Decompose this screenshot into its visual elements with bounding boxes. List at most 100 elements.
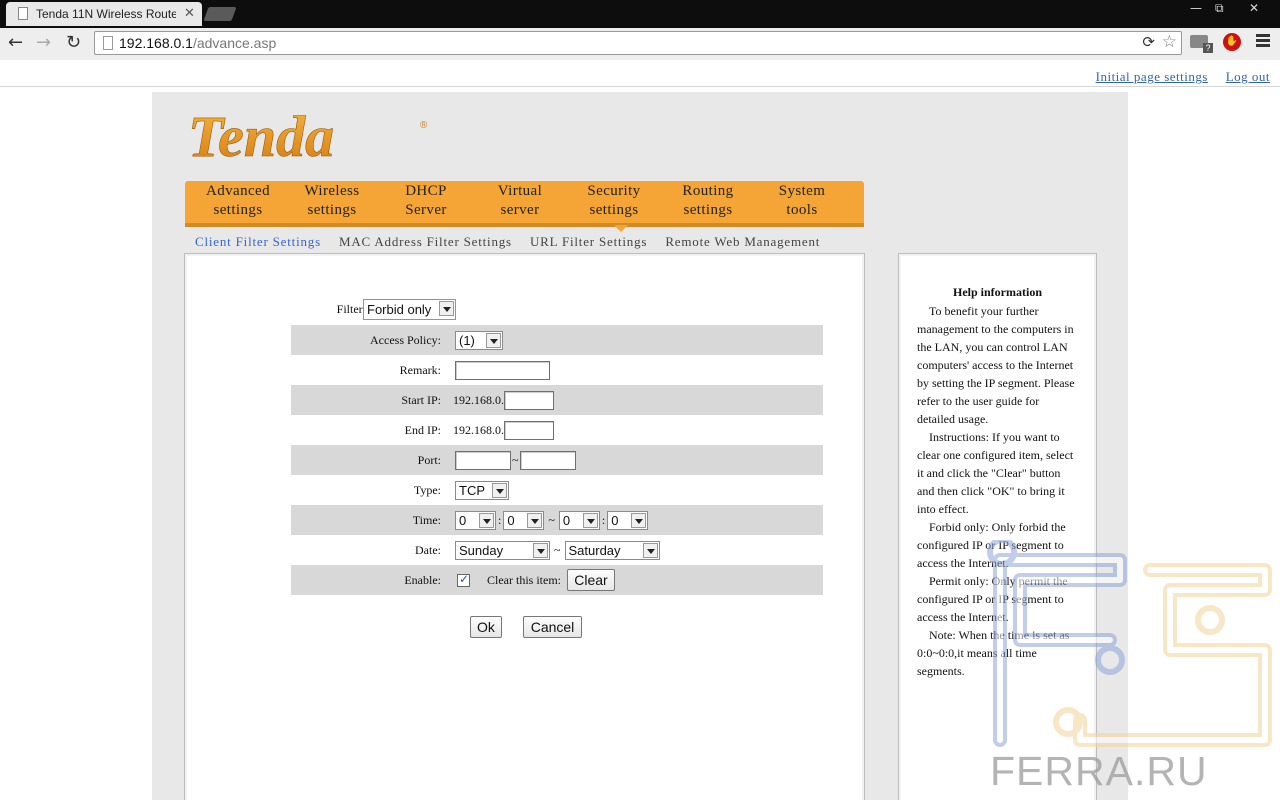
port-end-input[interactable] xyxy=(519,450,576,470)
date-label: Date: xyxy=(415,543,441,557)
help-paragraph: Instructions: If you want to clear one c… xyxy=(917,430,1074,516)
page-icon xyxy=(18,7,28,20)
page-icon xyxy=(103,36,113,50)
nav-underline xyxy=(185,223,864,227)
nav-security-settings[interactable]: Security settings xyxy=(567,181,661,227)
filter-mode-select[interactable]: Forbid only xyxy=(363,298,456,320)
help-panel: Help information To benefit your further… xyxy=(898,253,1097,800)
remark-row: Remark: xyxy=(291,355,823,385)
browser-chrome: Tenda 11N Wireless Router ✕ — ⧉ ✕ ← → ↻ … xyxy=(0,0,1280,60)
main-nav: Advanced settings Wireless settings DHCP Se… xyxy=(185,181,864,227)
filter-mode-row: Filter Mode: Forbid only xyxy=(291,294,823,324)
end-ip-label: End IP: xyxy=(404,423,441,437)
chevron-down-icon xyxy=(631,512,647,528)
help-paragraph: Permit only: Only permit the configured … xyxy=(917,574,1068,624)
chevron-down-icon xyxy=(492,482,507,498)
remark-input[interactable] xyxy=(455,360,550,380)
enable-checkbox[interactable] xyxy=(457,572,470,587)
port-row: Port: ~ xyxy=(291,445,823,475)
reload-icon[interactable]: ↻ xyxy=(66,32,81,53)
url-path: /advance.asp xyxy=(192,35,277,51)
start-ip-label: Start IP: xyxy=(401,393,441,407)
window-close-icon[interactable]: ✕ xyxy=(1249,1,1259,15)
top-links: Initial page settings Log out xyxy=(1082,69,1270,85)
browser-tab[interactable]: Tenda 11N Wireless Router ✕ xyxy=(6,2,202,26)
port-label: Port: xyxy=(417,453,441,467)
time-start-minute-select[interactable]: 0 xyxy=(503,510,545,530)
start-ip-row: Start IP: 192.168.0. xyxy=(291,385,823,415)
subnav-client-filter[interactable]: Client Filter Settings xyxy=(195,234,321,249)
type-select[interactable]: TCP xyxy=(455,480,509,500)
tab-title: Tenda 11N Wireless Router xyxy=(36,7,176,21)
refresh-extension-icon[interactable]: ⟳ xyxy=(1142,33,1155,51)
chevron-down-icon xyxy=(527,512,543,528)
access-policy-row: Access Policy: (1) xyxy=(291,325,823,355)
clear-button[interactable]: Clear xyxy=(567,569,615,591)
back-icon[interactable]: ← xyxy=(8,32,23,53)
cancel-button[interactable]: Cancel xyxy=(523,616,582,638)
port-start-input[interactable] xyxy=(455,450,511,470)
help-title: Help information xyxy=(953,285,1042,299)
type-row: Type: TCP xyxy=(291,475,823,505)
remark-label: Remark: xyxy=(399,363,441,377)
ok-button[interactable]: Ok xyxy=(470,616,502,638)
chevron-down-icon xyxy=(582,512,598,528)
url-host: 192.168.0.1 xyxy=(119,35,193,51)
tenda-logo: Tenda ® xyxy=(188,108,428,162)
nav-virtual-server[interactable]: Virtual server xyxy=(473,181,567,227)
bookmark-star-icon[interactable]: ☆ xyxy=(1162,32,1177,52)
time-end-hour-select[interactable]: 0 xyxy=(558,510,600,530)
time-row: Time: 0 : 0 ~ 0 : 0 xyxy=(291,505,823,535)
initial-page-settings-link[interactable]: Initial page settings xyxy=(1096,69,1208,84)
time-end-minute-select[interactable]: 0 xyxy=(607,510,649,530)
sub-nav: Client Filter Settings MAC Address Filte… xyxy=(195,234,834,250)
router-panel: Tenda ® Advanced settings Wireless setting… xyxy=(152,92,1128,800)
browser-menu-icon[interactable] xyxy=(1256,34,1270,50)
active-nav-pointer xyxy=(614,225,628,232)
end-ip-input[interactable] xyxy=(504,420,554,440)
nav-advanced-settings[interactable]: Advanced settings xyxy=(191,181,285,227)
restore-icon[interactable]: ⧉ xyxy=(1215,1,1224,16)
nav-dhcp-server[interactable]: DHCP Server xyxy=(379,181,473,227)
adblock-extension-icon[interactable]: ✋ xyxy=(1223,33,1241,51)
type-label: Type: xyxy=(413,483,441,497)
chevron-down-icon xyxy=(479,512,494,528)
logout-link[interactable]: Log out xyxy=(1226,69,1270,84)
port-separator: ~ xyxy=(512,452,519,467)
start-ip-input[interactable] xyxy=(504,390,554,410)
time-label: Time: xyxy=(412,513,441,527)
enable-label: Enable: xyxy=(404,573,441,587)
forward-icon[interactable]: → xyxy=(36,32,51,53)
date-tilde: ~ xyxy=(554,542,561,557)
nav-system-tools[interactable]: System tools xyxy=(755,181,849,227)
divider xyxy=(0,86,1280,87)
new-tab-button[interactable] xyxy=(203,7,237,21)
start-ip-prefix: 192.168.0. xyxy=(453,392,504,407)
end-ip-prefix: 192.168.0. xyxy=(453,422,504,437)
mail-extension-icon[interactable] xyxy=(1190,35,1213,53)
end-ip-row: End IP: 192.168.0. xyxy=(291,415,823,445)
time-start-hour-select[interactable]: 0 xyxy=(455,510,496,530)
subnav-url-filter[interactable]: URL Filter Settings xyxy=(530,234,647,249)
date-row: Date: Sunday ~ Saturday xyxy=(291,535,823,565)
chevron-down-icon xyxy=(642,542,658,558)
subnav-remote-web[interactable]: Remote Web Management xyxy=(665,234,820,249)
clear-item-label: Clear this item: xyxy=(487,572,561,587)
help-paragraph: Note: When the time is set as 0:0~0:0,it… xyxy=(917,628,1070,678)
nav-routing-settings[interactable]: Routing settings xyxy=(661,181,755,227)
help-paragraph: Forbid only: Only forbid the configured … xyxy=(917,520,1066,570)
chevron-down-icon xyxy=(533,542,548,558)
help-body: To benefit your further management to th… xyxy=(917,302,1077,680)
minimize-icon[interactable]: — xyxy=(1190,1,1202,15)
chevron-down-icon xyxy=(439,300,454,316)
nav-wireless-settings[interactable]: Wireless settings xyxy=(285,181,379,227)
address-bar[interactable]: 192.168.0.1/advance.asp ⟳ ☆ xyxy=(94,31,1182,55)
access-policy-select[interactable]: (1) xyxy=(455,330,503,350)
subnav-mac-filter[interactable]: MAC Address Filter Settings xyxy=(339,234,512,249)
tab-close-icon[interactable]: ✕ xyxy=(184,5,195,21)
chevron-down-icon xyxy=(486,332,501,348)
date-to-select[interactable]: Saturday xyxy=(564,540,660,560)
date-from-select[interactable]: Sunday xyxy=(455,540,550,560)
browser-toolbar: ← → ↻ 192.168.0.1/advance.asp ⟳ ☆ ✋ xyxy=(0,28,1280,60)
ferra-watermark-text: FERRA.RU xyxy=(990,748,1208,794)
